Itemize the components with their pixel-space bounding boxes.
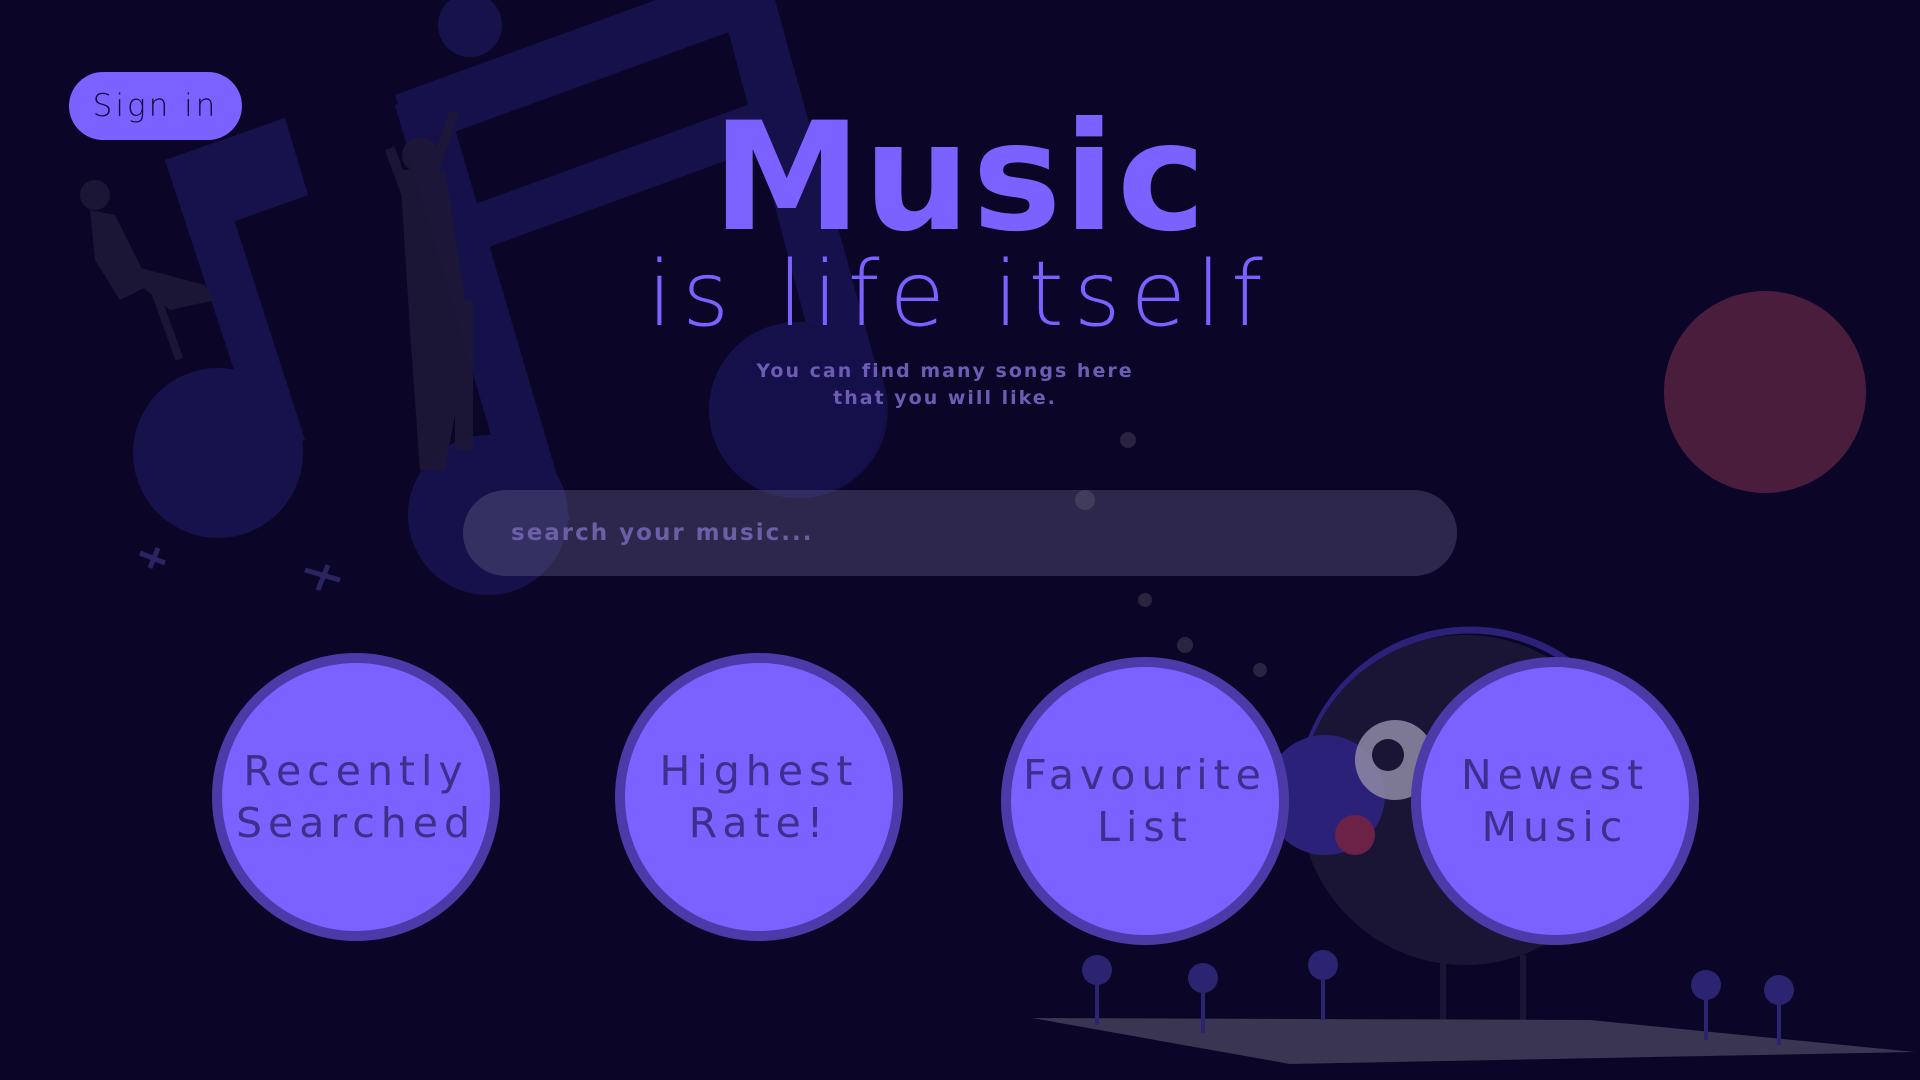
page-title: Music — [712, 91, 1208, 265]
newest-music-button[interactable]: Newest Music — [1411, 657, 1699, 945]
favourite-list-label-line1: Favourite — [1023, 751, 1267, 799]
sparkle-icons — [139, 547, 341, 591]
tagline-line-2: that you will like. — [833, 387, 1057, 409]
highest-rate-label-line1: Highest — [659, 747, 859, 795]
favourite-list-button[interactable]: Favourite List — [1001, 657, 1289, 945]
favourite-list-label-line2: List — [1097, 803, 1193, 851]
highest-rate-label-line2: Rate! — [688, 799, 830, 847]
newest-music-label-line1: Newest — [1460, 751, 1650, 799]
balloon-icon — [438, 0, 502, 57]
page: Sign in Music is life itself You can fin… — [0, 0, 1920, 1080]
recently-searched-label-line2: Searched — [235, 799, 477, 847]
recently-searched-label-line1: Recently — [243, 747, 469, 795]
ground-platform — [1032, 1018, 1915, 1064]
tagline-line-1: You can find many songs here — [756, 360, 1134, 382]
newest-music-label-line2: Music — [1481, 803, 1629, 851]
highest-rate-button[interactable]: Highest Rate! — [615, 653, 903, 941]
search-input[interactable] — [509, 519, 1413, 547]
tagline: You can find many songs here that you wi… — [0, 358, 1890, 412]
search-bar — [463, 490, 1457, 576]
recently-searched-button[interactable]: Recently Searched — [212, 653, 500, 941]
page-subtitle: is life itself — [647, 242, 1273, 347]
